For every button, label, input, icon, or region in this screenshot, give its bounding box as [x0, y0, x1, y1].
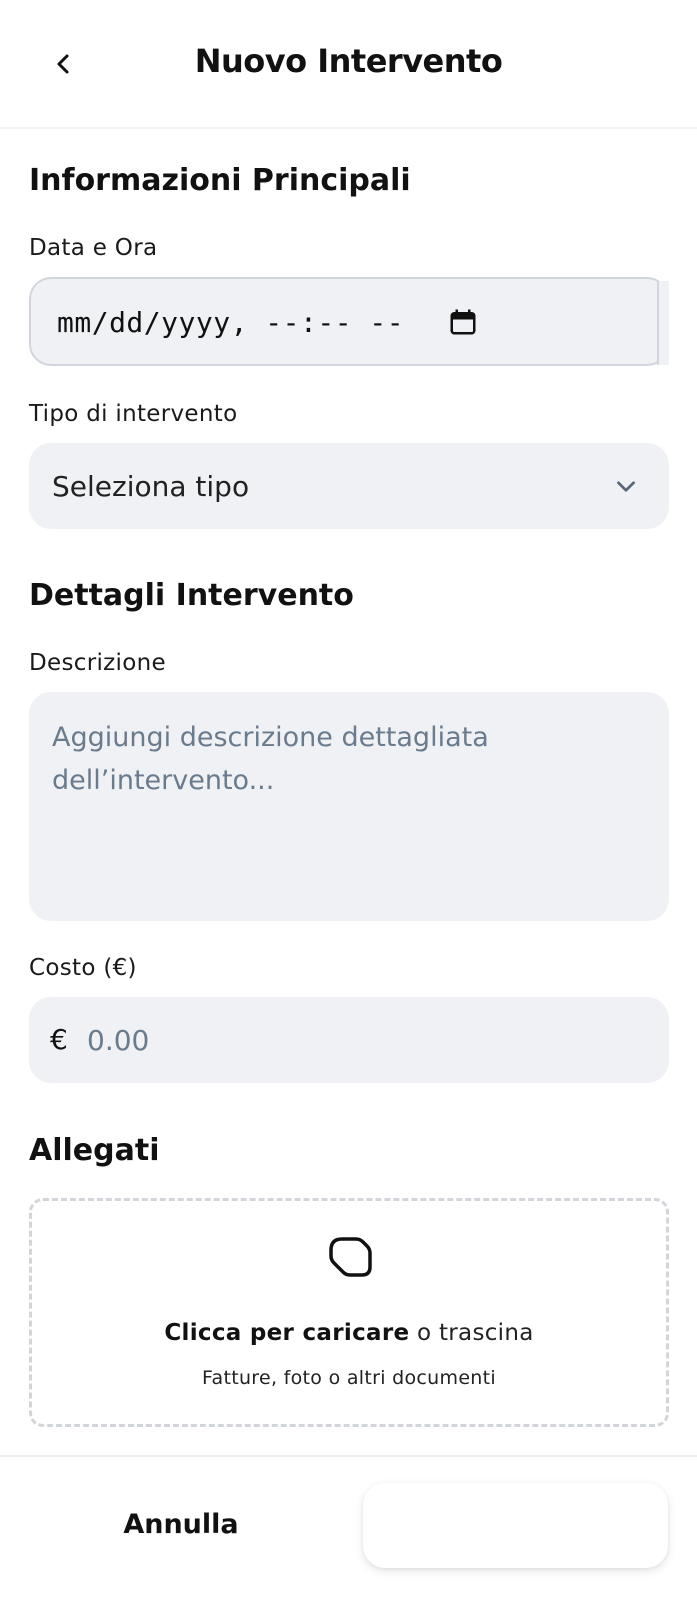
section-title-main-info: Informazioni Principali: [29, 163, 411, 198]
description-textarea[interactable]: Aggiungi descrizione dettagliata dell’in…: [29, 692, 669, 921]
section-title-details: Dettagli Intervento: [29, 578, 354, 613]
date-time-value[interactable]: mm/dd/yyyy, --:-- --: [57, 306, 404, 339]
new-intervention-screen: Nuovo Intervento Informazioni Principali…: [0, 0, 697, 1600]
header: Nuovo Intervento: [0, 0, 697, 129]
calendar-icon[interactable]: [448, 307, 478, 337]
input-edge: [657, 281, 669, 365]
save-button[interactable]: [363, 1483, 668, 1568]
description-label: Descrizione: [29, 650, 166, 676]
cost-label: Costo (€): [29, 955, 137, 981]
date-time-input[interactable]: mm/dd/yyyy, --:-- --: [29, 277, 669, 366]
chevron-down-icon[interactable]: [613, 473, 639, 499]
page-title: Nuovo Intervento: [194, 42, 503, 80]
upload-click-text[interactable]: Clicca per caricare: [164, 1320, 409, 1346]
intervention-type-select[interactable]: Seleziona tipo: [29, 443, 669, 529]
footer-actions: Annulla: [0, 1455, 697, 1600]
upload-hint: Fatture, foto o altri documenti: [202, 1367, 496, 1389]
upload-icon: [329, 1237, 372, 1277]
upload-instructions: Clicca per caricare o trascina: [32, 1320, 666, 1346]
intervention-type-value[interactable]: Seleziona tipo: [52, 470, 249, 503]
description-placeholder[interactable]: Aggiungi descrizione dettagliata dell’in…: [52, 716, 632, 802]
file-upload-dropzone[interactable]: Clicca per caricare o trascina Fatture, …: [29, 1198, 669, 1427]
section-title-attachments: Allegati: [29, 1133, 160, 1168]
currency-symbol: €: [50, 1023, 68, 1056]
type-label: Tipo di intervento: [29, 401, 238, 427]
date-label: Data e Ora: [29, 235, 158, 261]
cancel-button[interactable]: Annulla: [30, 1483, 332, 1565]
cost-input[interactable]: € 0.00: [29, 997, 669, 1083]
upload-drag-text: o trascina: [409, 1320, 534, 1346]
cost-placeholder[interactable]: 0.00: [87, 1024, 149, 1057]
